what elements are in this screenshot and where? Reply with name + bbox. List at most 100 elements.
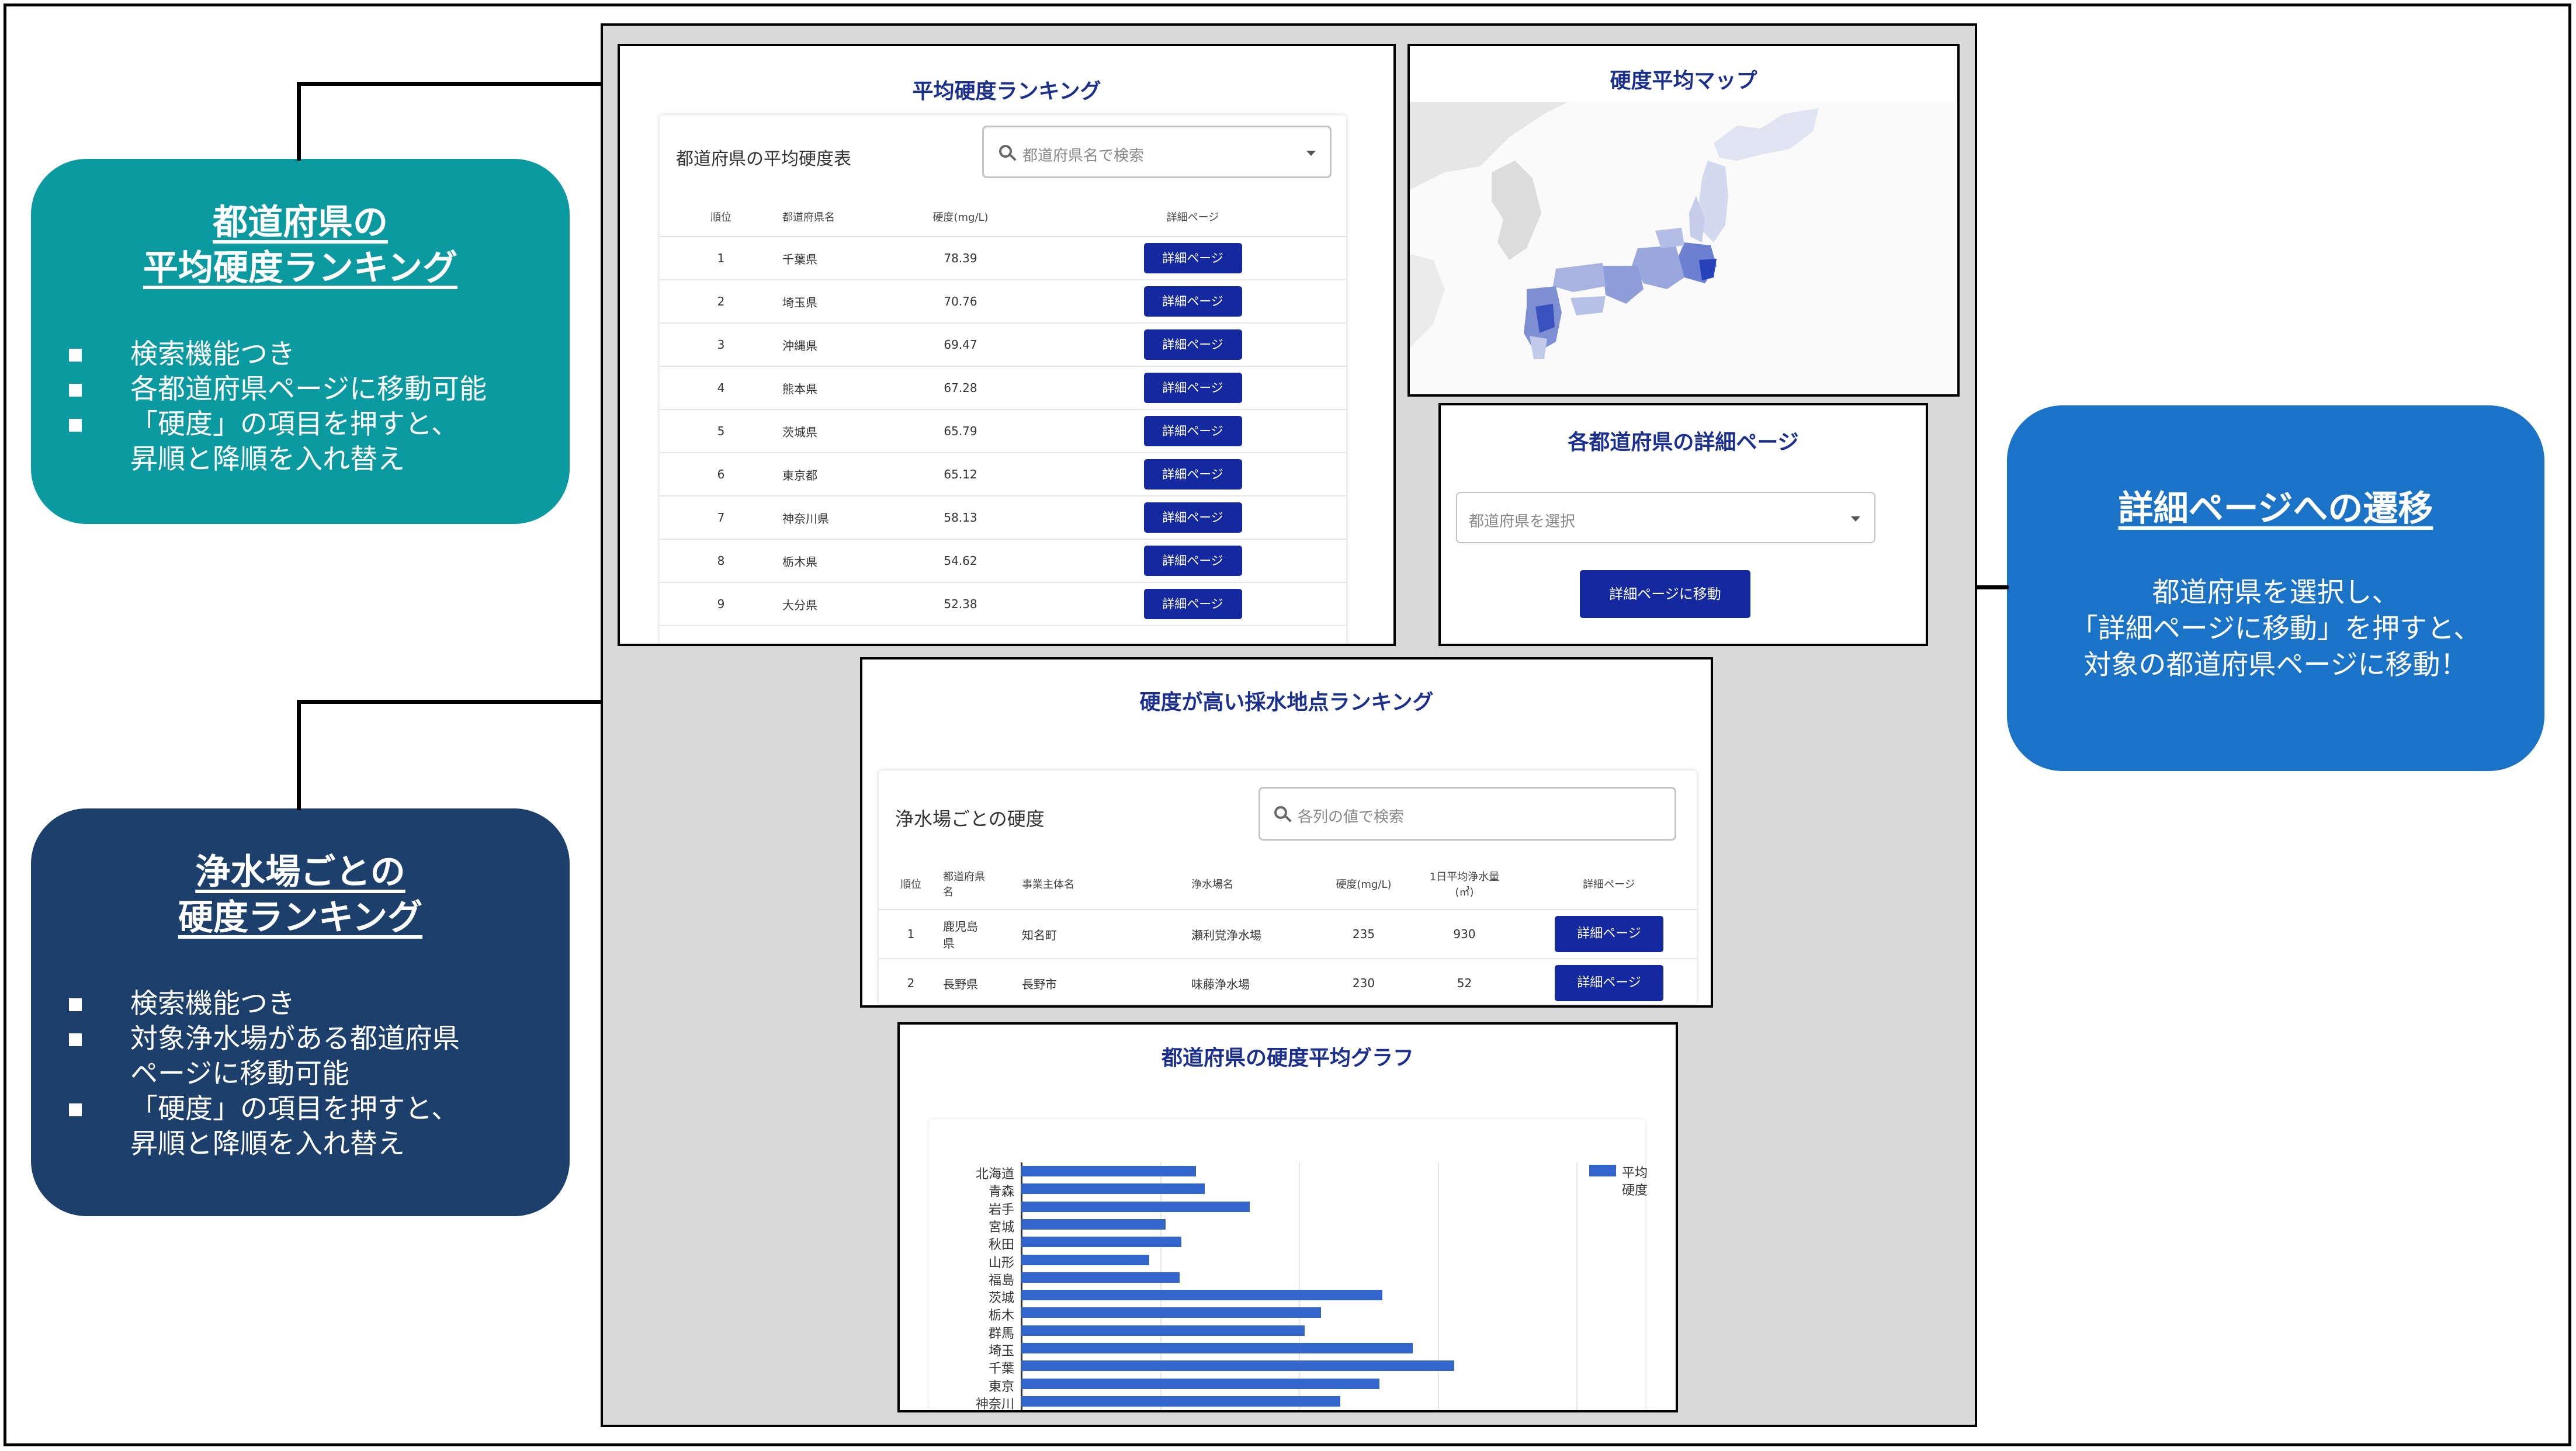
callout-prefecture-ranking: 都道府県の 平均硬度ランキング 検索機能つき 各都道府県ページに移動可能 「硬度… (31, 159, 570, 524)
bar-群馬[interactable] (1021, 1325, 1305, 1336)
detail-cell: 詳細ページ (1039, 366, 1346, 409)
prefecture-search-input[interactable]: 都道府県名で検索 (982, 126, 1332, 178)
category-label: 埼玉 (988, 1344, 1014, 1359)
chevron-down-icon (1851, 516, 1860, 522)
table-row: 7 神奈川県 58.13 詳細ページ (660, 496, 1346, 539)
table-row: 6 東京都 65.12 詳細ページ (660, 453, 1346, 496)
plant-ranking-panel: 硬度が高い採水地点ランキング 浄水場ごとの硬度 各列の値で検索 順位 都道府県名… (860, 657, 1713, 1008)
detail-page-button[interactable]: 詳細ページ (1143, 459, 1242, 490)
detail-page-button[interactable]: 詳細ページ (1143, 243, 1242, 273)
bar-秋田[interactable] (1021, 1237, 1181, 1248)
callout-title-line2: 平均硬度ランキング (143, 248, 458, 289)
bar-神奈川[interactable] (1021, 1396, 1341, 1407)
kyushu-shape (1530, 336, 1547, 359)
table-row: 9 大分県 52.38 詳細ページ (660, 582, 1346, 626)
table-row: 5 茨城県 65.79 詳細ページ (660, 409, 1346, 453)
detail-page-button[interactable]: 詳細ページ (1143, 589, 1242, 619)
hardness-cell: 230 (1352, 976, 1375, 990)
rank-cell: 3 (717, 338, 725, 352)
column-header-hardness[interactable]: 硬度(mg/L) (1320, 858, 1407, 910)
bullet-item: 検索機能つき (31, 337, 570, 372)
continent-shape (1410, 254, 1445, 348)
search-icon (1274, 806, 1287, 819)
bar-福島[interactable] (1021, 1272, 1180, 1283)
callout-plant-ranking: 浄水場ごとの 硬度ランキング 検索機能つき 対象浄水場がある都道府県 ページに移動… (31, 808, 570, 1216)
plant-cell: 味藤浄水場 (1191, 977, 1250, 991)
rank-cell: 6 (717, 467, 725, 481)
detail-page-button[interactable]: 詳細ページ (1143, 373, 1242, 403)
detail-cell: 詳細ページ (1039, 409, 1346, 453)
bullet-item: 「硬度」の項目を押すと、 昇順と降順を入れ替え (31, 407, 570, 477)
table-row: 3 沖縄県 69.47 詳細ページ (660, 323, 1346, 366)
category-label: 秋田 (988, 1238, 1014, 1253)
bar-山形[interactable] (1021, 1254, 1149, 1265)
bar-栃木[interactable] (1021, 1307, 1321, 1318)
column-header-rank: 順位 (710, 211, 731, 224)
detail-cell: 詳細ページ (1521, 959, 1697, 1005)
bar-北海道[interactable] (1021, 1166, 1197, 1176)
table-header-row: 順位 都道府県名 事業主体名 浄水場名 硬度(mg/L) 1日平均浄水量 (㎥) … (879, 858, 1697, 910)
hardness-cell: 65.79 (944, 424, 977, 438)
bar-千葉[interactable] (1021, 1360, 1454, 1372)
detail-page-button[interactable]: 詳細ページ (1143, 502, 1242, 533)
prefecture-select[interactable]: 都道府県を選択 (1456, 492, 1875, 543)
table-row: 1 千葉県 78.39 詳細ページ (660, 237, 1346, 280)
grid-line (1160, 1162, 1162, 1410)
panel-title: 平均硬度ランキング (912, 79, 1101, 103)
column-header-operator: 事業主体名 (1022, 878, 1074, 891)
hardness-cell: 65.12 (944, 467, 977, 481)
category-label: 神奈川 (975, 1397, 1014, 1412)
shikoku-shape (1570, 296, 1606, 315)
legend-label-line1: 平均 (1622, 1166, 1648, 1181)
rank-cell: 4 (717, 381, 725, 395)
hardness-cell: 67.28 (944, 381, 977, 395)
go-to-detail-button[interactable]: 詳細ページに移動 (1580, 570, 1750, 618)
prefecture-cell: 大分県 (782, 598, 817, 612)
y-axis-line (1021, 1162, 1022, 1410)
bar-茨城[interactable] (1021, 1290, 1382, 1301)
bar-東京[interactable] (1021, 1378, 1379, 1389)
plant-cell: 瀬利覚浄水場 (1191, 928, 1261, 942)
table-row: 2 長野県 長野市 味藤浄水場 230 52 詳細ページ (879, 959, 1697, 1005)
chart-card: 北海道 青森 岩手 宮城 秋田 山形 福島 茨城 栃木 群馬 埼玉 千葉 東京 神奈川 平均 硬度 (929, 1119, 1648, 1412)
detail-page-button[interactable]: 詳細ページ (1143, 286, 1242, 317)
search-placeholder: 都道府県名で検索 (1022, 147, 1145, 165)
kansai-shape (1603, 266, 1644, 304)
rank-cell: 1 (717, 251, 725, 265)
panel-title: 各都道府県の詳細ページ (1568, 431, 1799, 454)
plant-search-input[interactable]: 各列の値で検索 (1258, 787, 1676, 841)
detail-page-button[interactable]: 詳細ページ (1555, 916, 1663, 952)
column-header-hardness[interactable]: 硬度(mg/L) (882, 197, 1039, 237)
rank-cell: 8 (717, 554, 725, 568)
bar-宮城[interactable] (1021, 1219, 1166, 1230)
column-header-plant: 浄水場名 (1191, 878, 1233, 891)
rank-cell: 1 (907, 927, 915, 941)
operator-cell: 長野市 (1022, 977, 1057, 991)
korea-shape (1492, 161, 1541, 260)
detail-page-button[interactable]: 詳細ページ (1143, 416, 1242, 446)
connector-line (297, 84, 301, 161)
detail-page-button[interactable]: 詳細ページ (1555, 965, 1663, 1001)
prefecture-cell: 熊本県 (782, 381, 817, 396)
column-header-prefecture: 都道府県名 (943, 870, 985, 898)
detail-page-button[interactable]: 詳細ページ (1143, 546, 1242, 576)
bar-青森[interactable] (1021, 1183, 1205, 1195)
continent-shape (1410, 102, 1568, 190)
column-header-rank: 順位 (900, 878, 921, 891)
prefecture-cell: 沖縄県 (782, 338, 817, 353)
search-placeholder: 各列の値で検索 (1298, 808, 1405, 826)
table-header-row: 順位 都道府県名 硬度(mg/L) 詳細ページ (660, 197, 1346, 237)
japan-hardness-map[interactable] (1410, 102, 1957, 394)
category-label: 宮城 (988, 1220, 1014, 1235)
bullet-item: 対象浄水場がある都道府県 ページに移動可能 (31, 1022, 570, 1092)
bar-埼玉[interactable] (1021, 1343, 1413, 1353)
category-label: 茨城 (988, 1291, 1014, 1306)
volume-cell: 930 (1453, 927, 1476, 941)
category-label: 北海道 (975, 1167, 1014, 1182)
detail-page-button[interactable]: 詳細ページ (1143, 329, 1242, 360)
prefecture-table-card: 都道府県の平均硬度表 都道府県名で検索 順位 都道府県名 硬度(mg/L) 詳細… (660, 115, 1346, 644)
plant-table-card: 浄水場ごとの硬度 各列の値で検索 順位 都道府県名 事業主体名 浄水場名 硬度(… (879, 770, 1697, 1004)
prefecture-cell: 千葉県 (782, 252, 817, 266)
bar-岩手[interactable] (1021, 1201, 1250, 1212)
detail-cell: 詳細ページ (1039, 582, 1346, 626)
